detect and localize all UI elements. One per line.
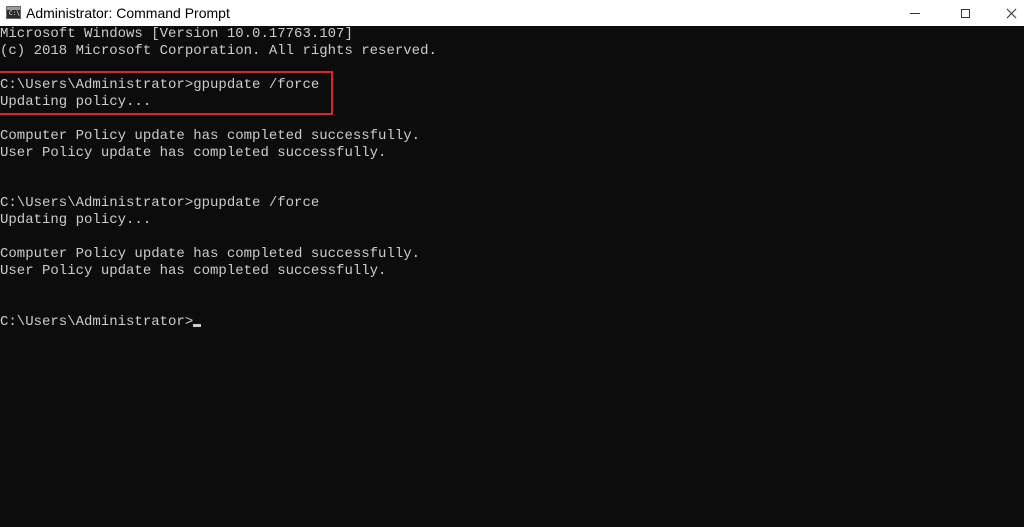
console-output[interactable]: Microsoft Windows [Version 10.0.17763.10… (0, 26, 1024, 527)
console-line: Updating policy... (0, 212, 152, 228)
maximize-icon (960, 8, 970, 18)
maximize-button[interactable] (942, 0, 988, 26)
console-line: C:\Users\Administrator>gpupdate /force (0, 195, 320, 211)
console-prompt-line: C:\Users\Administrator> (0, 314, 202, 331)
window-title: Administrator: Command Prompt (26, 5, 230, 21)
minimize-button[interactable] (892, 0, 938, 26)
console-prompt: C:\Users\Administrator> (0, 314, 194, 330)
command-prompt-window: C:\ Administrator: Command Prompt Micros… (0, 0, 1024, 527)
cmd-icon[interactable]: C:\ (6, 6, 21, 19)
console-line: User Policy update has completed success… (0, 263, 387, 279)
console-line: Computer Policy update has completed suc… (0, 246, 421, 262)
text-cursor (193, 324, 202, 327)
minimize-icon (910, 12, 920, 14)
console-line: Microsoft Windows [Version 10.0.17763.10… (0, 26, 353, 42)
close-button[interactable] (988, 0, 1024, 26)
console-line: User Policy update has completed success… (0, 145, 387, 161)
console-line: Computer Policy update has completed suc… (0, 128, 421, 144)
console-line: (c) 2018 Microsoft Corporation. All righ… (0, 43, 437, 59)
close-icon (1006, 8, 1017, 19)
highlight-box (0, 71, 333, 115)
title-bar[interactable]: C:\ Administrator: Command Prompt (0, 0, 1024, 26)
